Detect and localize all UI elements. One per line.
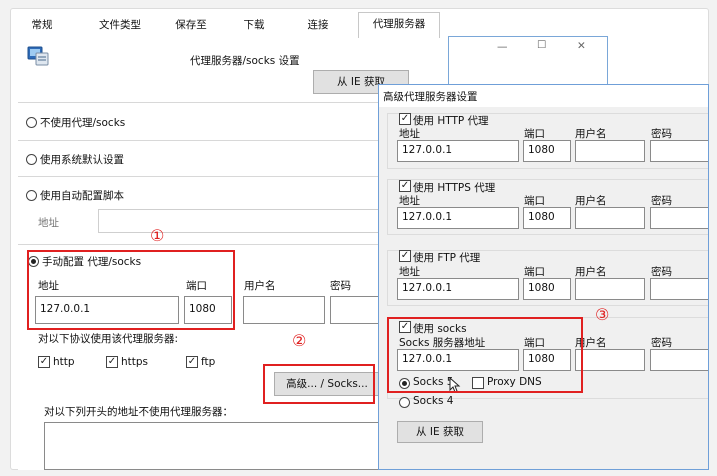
http-password-input[interactable] — [650, 140, 708, 162]
system-default-radio[interactable] — [26, 154, 37, 165]
dialog-title: 高级代理服务器设置 — [379, 85, 708, 107]
use-http-label: 使用 HTTP 代理 — [413, 115, 489, 127]
http-port-input[interactable]: 1080 — [523, 140, 571, 162]
divider — [18, 140, 428, 141]
manual-password-label: 密码 — [330, 280, 351, 292]
annotation-number-2: ② — [292, 331, 307, 350]
no-proxy-label: 不使用代理/socks — [40, 117, 126, 129]
http-username-input[interactable] — [575, 140, 645, 162]
annotation-number-1: ① — [150, 226, 165, 245]
no-proxy-radio[interactable] — [26, 117, 37, 128]
http-address-label: 地址 — [399, 128, 420, 140]
proxy-password-input[interactable] — [330, 296, 380, 324]
dialog-from-ie-button[interactable]: 从 IE 获取 — [397, 421, 483, 443]
tab-connection[interactable]: 连接 — [296, 14, 340, 36]
bypass-label: 对以下列开头的地址不使用代理服务器： — [44, 406, 233, 418]
ftp-password-input[interactable] — [650, 278, 708, 300]
close-icon[interactable]: ✕ — [577, 40, 586, 52]
auto-config-label: 使用自动配置脚本 — [40, 190, 124, 202]
ftp-checkbox[interactable]: ✓ — [186, 356, 198, 368]
annotation-box-advanced — [263, 364, 375, 404]
ftp-password-label: 密码 — [651, 266, 672, 278]
http-label: http — [53, 356, 75, 368]
protocols-label: 对以下协议使用该代理服务器: — [38, 333, 179, 345]
proxy-settings-heading: 代理服务器/socks 设置 — [190, 55, 300, 67]
network-settings-icon — [26, 44, 52, 68]
advanced-proxy-dialog: 高级代理服务器设置 ✓ 使用 HTTP 代理 地址 端口 用户名 密码 127.… — [378, 84, 709, 470]
ftp-label: ftp — [201, 356, 216, 368]
script-address-input[interactable] — [98, 209, 388, 233]
socks-password-input[interactable] — [650, 349, 708, 371]
https-username-input[interactable] — [575, 207, 645, 229]
http-checkbox[interactable]: ✓ — [38, 356, 50, 368]
use-http-checkbox[interactable]: ✓ — [399, 113, 411, 125]
ftp-address-label: 地址 — [399, 266, 420, 278]
socks-password-label: 密码 — [651, 337, 672, 349]
divider — [18, 102, 428, 103]
https-address-input[interactable]: 127.0.0.1 — [397, 207, 519, 229]
http-port-label: 端口 — [524, 128, 545, 140]
divider — [18, 244, 428, 245]
http-username-label: 用户名 — [575, 128, 607, 140]
http-password-label: 密码 — [651, 128, 672, 140]
https-address-label: 地址 — [399, 195, 420, 207]
maximize-icon[interactable]: ☐ — [537, 39, 546, 51]
https-port-label: 端口 — [524, 195, 545, 207]
proxy-username-input[interactable] — [243, 296, 325, 324]
socks4-label: Socks 4 — [413, 395, 454, 407]
bypass-list-input[interactable] — [44, 422, 380, 470]
minimize-icon[interactable]: — — [497, 41, 508, 53]
annotation-box-manual-config — [27, 250, 235, 330]
background-window: — ☐ ✕ — [448, 36, 608, 86]
manual-username-label: 用户名 — [244, 280, 276, 292]
socks4-radio[interactable] — [399, 397, 410, 408]
https-label: https — [121, 356, 149, 368]
ftp-username-label: 用户名 — [575, 266, 607, 278]
tab-proxy[interactable]: 代理服务器 — [358, 12, 440, 38]
annotation-box-socks — [387, 317, 583, 393]
socks-username-input[interactable] — [575, 349, 645, 371]
script-address-label: 地址 — [38, 217, 59, 229]
use-https-checkbox[interactable]: ✓ — [399, 180, 411, 192]
tab-file-types[interactable]: 文件类型 — [88, 14, 152, 36]
ftp-port-label: 端口 — [524, 266, 545, 278]
use-https-label: 使用 HTTPS 代理 — [413, 182, 496, 194]
annotation-number-3: ③ — [595, 305, 610, 324]
https-port-input[interactable]: 1080 — [523, 207, 571, 229]
http-address-input[interactable]: 127.0.0.1 — [397, 140, 519, 162]
tab-download[interactable]: 下载 — [234, 14, 274, 36]
https-checkbox[interactable]: ✓ — [106, 356, 118, 368]
system-default-label: 使用系统默认设置 — [40, 154, 124, 166]
https-username-label: 用户名 — [575, 195, 607, 207]
use-ftp-checkbox[interactable]: ✓ — [399, 250, 411, 262]
use-ftp-label: 使用 FTP 代理 — [413, 252, 481, 264]
ftp-username-input[interactable] — [575, 278, 645, 300]
https-password-label: 密码 — [651, 195, 672, 207]
tab-save-to[interactable]: 保存至 — [166, 14, 216, 36]
auto-config-radio[interactable] — [26, 190, 37, 201]
tab-general[interactable]: 常规 — [22, 14, 62, 36]
https-password-input[interactable] — [650, 207, 708, 229]
ftp-address-input[interactable]: 127.0.0.1 — [397, 278, 519, 300]
divider — [18, 176, 428, 177]
ftp-port-input[interactable]: 1080 — [523, 278, 571, 300]
